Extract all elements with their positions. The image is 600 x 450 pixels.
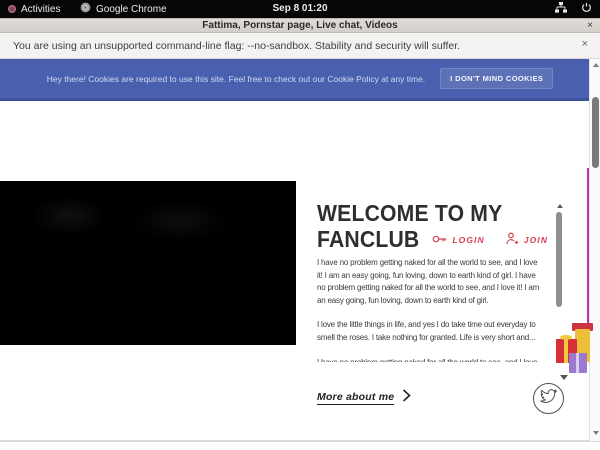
- window-title: Fattima, Pornstar page, Live chat, Video…: [202, 20, 397, 31]
- gnome-top-bar: Activities Google Chrome Sep 8 01:20: [0, 0, 600, 18]
- purple-gift-box: [569, 353, 587, 373]
- window-titlebar: Fattima, Pornstar page, Live chat, Video…: [0, 18, 600, 33]
- gifts-collapse-arrow-icon[interactable]: [560, 375, 568, 380]
- more-about-me-label: More about me: [317, 391, 394, 405]
- infobar-message: You are using an unsupported command-lin…: [13, 40, 460, 52]
- panel-scroll-up-arrow-icon[interactable]: [557, 204, 563, 208]
- desktop: Activities Google Chrome Sep 8 01:20 Fat…: [0, 0, 600, 450]
- more-about-me-link[interactable]: More about me: [317, 389, 411, 407]
- site-header: LOGO LOGIN JOIN: [0, 101, 600, 181]
- panel-scrollbar-thumb[interactable]: [556, 212, 562, 307]
- infobar-close-icon[interactable]: ×: [582, 38, 588, 50]
- bio-paragraph: I love the little things in life, and ye…: [317, 319, 543, 344]
- hero-media-player[interactable]: [0, 181, 296, 345]
- bio-paragraph: I have no problem getting naked for all …: [317, 257, 543, 307]
- network-icon[interactable]: [555, 2, 567, 16]
- welcome-heading: WELCOME TO MY FANCLUB: [317, 200, 533, 252]
- window-close-button[interactable]: ×: [587, 20, 593, 31]
- twitter-button[interactable]: [533, 383, 564, 414]
- gifts-widget[interactable]: [556, 322, 596, 380]
- cookie-accept-button[interactable]: I DON'T MIND COOKIES: [440, 68, 553, 89]
- bio-paragraph: I have no problem getting naked for all …: [317, 357, 543, 362]
- cookie-message: Hey there! Cookies are required to use t…: [47, 74, 425, 84]
- scrollbar-down-arrow-icon[interactable]: [593, 431, 599, 435]
- cookie-banner: Hey there! Cookies are required to use t…: [0, 59, 600, 101]
- scrollbar-up-arrow-icon[interactable]: [593, 63, 599, 67]
- bio-text-panel: I have no problem getting naked for all …: [317, 257, 543, 362]
- chevron-right-icon: [402, 389, 411, 407]
- browser-scrollbar[interactable]: [589, 59, 600, 441]
- power-icon[interactable]: [581, 2, 592, 16]
- chrome-infobar: You are using an unsupported command-lin…: [0, 33, 600, 59]
- clock[interactable]: Sep 8 01:20: [0, 3, 600, 14]
- window-bottom-edge: [0, 440, 600, 442]
- twitter-bird-icon: [540, 388, 557, 410]
- scrollbar-thumb[interactable]: [592, 97, 599, 168]
